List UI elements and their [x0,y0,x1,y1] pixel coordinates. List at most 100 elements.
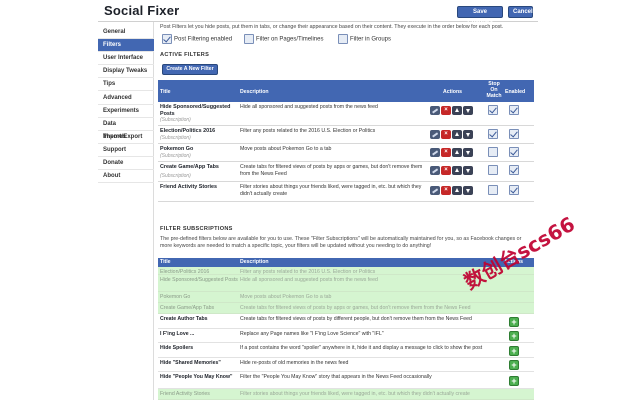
save-changes-button[interactable]: Save Changes [457,6,503,25]
add-subscription-button[interactable]: + [509,331,519,341]
filter-subscriptions-title: Filter Subscriptions [160,226,233,232]
move-down-icon[interactable] [463,186,473,195]
sidebar-item[interactable]: Tips [98,78,154,92]
subscriptions-intro: The pre-defined filters below are availa… [160,236,522,249]
sidebar-item[interactable]: Support [98,144,154,157]
filter-description: Move posts about Pokemon Go to a tab [240,146,332,152]
header: Social Fixer Save Changes Cancel [98,0,538,25]
filter-row: Hide Sponsored/Suggested Posts (Subscript… [158,102,534,126]
move-up-icon[interactable] [452,106,462,115]
subscription-title: Hide "People You May Know" [160,374,233,380]
subscription-title: Hide Spoilers [160,345,194,351]
col-description: Description [240,89,269,95]
filter-pages-toggle[interactable]: Filter on Pages/Timelines [244,34,323,45]
sidebar-item[interactable]: Donate [98,157,154,170]
edit-icon[interactable] [430,148,440,157]
subscription-row: I F'ing Love ... Replace any Page names l… [158,329,534,343]
sidebar-item[interactable]: Data Import/Export [98,118,154,140]
col-title: Title [160,259,171,265]
subscription-title: Create Game/App Tabs [160,305,215,311]
enabled-checkbox[interactable] [509,147,519,157]
create-filter-button[interactable]: Create A New Filter [162,64,218,75]
sidebar-item[interactable]: Advanced [98,92,154,105]
filter-title: Create Game/App Tabs [160,164,219,170]
add-subscription-button[interactable]: + [509,360,519,370]
delete-icon[interactable]: × [441,166,451,175]
checkbox[interactable] [338,34,348,44]
checkbox[interactable] [162,34,172,44]
filters-intro: Post Filters let you hide posts, put the… [160,24,504,30]
subscription-row: Hide Spoilers If a post contains the word… [158,343,534,358]
stop-on-match-checkbox[interactable] [488,165,498,175]
app-title: Social Fixer [104,3,180,18]
sidebar-item[interactable]: Filters [98,39,154,53]
sidebar-item[interactable]: About [98,170,154,184]
edit-icon[interactable] [430,106,440,115]
sidebar-item[interactable]: User Interface [98,52,154,66]
filter-title: Pokemon Go [160,146,194,152]
subscription-description: Hide re-posts of old memories in the new… [240,360,349,366]
filter-description: Hide all sponsored and suggested posts f… [240,104,378,110]
subscription-title: Create Author Tabs [160,316,208,322]
filter-subscription-tag: (Subscription) [160,153,191,159]
filter-description: Filter any posts related to the 2016 U.S… [240,128,376,134]
filter-subscription-tag: (Subscription) [160,135,191,141]
sidebar-item[interactable]: General [98,26,154,39]
settings-window: Social Fixer Save Changes Cancel General… [98,0,538,400]
edit-icon[interactable] [430,166,440,175]
delete-icon[interactable]: × [441,130,451,139]
subscription-title: I F'ing Love ... [160,331,195,337]
active-filters-header: Title Description Actions Stop On Match … [158,80,534,102]
move-down-icon[interactable] [463,106,473,115]
delete-icon[interactable]: × [441,148,451,157]
move-down-icon[interactable] [463,166,473,175]
filters-panel: Post Filters let you hide posts, put the… [158,22,536,400]
enabled-checkbox[interactable] [509,105,519,115]
enabled-checkbox[interactable] [509,185,519,195]
filter-groups-toggle[interactable]: Filter in Groups [338,34,391,45]
col-description: Description [240,259,269,265]
move-up-icon[interactable] [452,130,462,139]
add-subscription-button[interactable]: + [509,376,519,386]
sidebar-item[interactable]: Themes [98,131,154,144]
subscription-title: Hide "Shared Memories" [160,360,221,366]
edit-icon[interactable] [430,186,440,195]
move-down-icon[interactable] [463,130,473,139]
subscription-row: Hide "People You May Know" Filter the "Pe… [158,372,534,389]
subscription-description: Create tabs for filtered views of posts … [240,316,472,322]
stop-on-match-checkbox[interactable] [488,129,498,139]
sidebar-item[interactable]: Display Tweaks [98,65,154,79]
move-up-icon[interactable] [452,166,462,175]
add-subscription-button[interactable]: + [509,346,519,356]
cancel-button[interactable]: Cancel [508,6,533,18]
subscription-row: Pokemon Go Move posts about Pokemon Go to… [158,292,534,303]
enabled-checkbox[interactable] [509,129,519,139]
move-up-icon[interactable] [452,148,462,157]
filter-row: Friend Activity Stories Filter stories ab… [158,182,534,202]
filter-actions: × [430,106,474,124]
move-up-icon[interactable] [452,186,462,195]
stop-on-match-checkbox[interactable] [488,147,498,157]
subscription-title: Friend Activity Stories [160,391,210,397]
toggle-label: Filter in Groups [350,36,392,43]
subscription-description: Filter stories about things your friends… [240,391,470,397]
col-title: Title [160,89,171,95]
move-down-icon[interactable] [463,148,473,157]
add-subscription-button[interactable]: + [509,317,519,327]
subscription-description: If a post contains the word "spoiler" an… [240,345,483,351]
stop-on-match-checkbox[interactable] [488,105,498,115]
post-filtering-toggle[interactable]: Post Filtering enabled [162,34,232,45]
subscription-description: Filter the "People You May Know" story t… [240,374,432,380]
stop-on-match-checkbox[interactable] [488,185,498,195]
filter-subscription-tag: (Subscription) [160,117,191,123]
delete-icon[interactable]: × [441,106,451,115]
checkbox[interactable] [244,34,254,44]
sidebar-item[interactable]: Experiments [98,105,154,118]
col-enabled: Enabled [505,89,526,95]
subscription-row: Friend Activity Stories Filter stories ab… [158,389,534,400]
filter-description: Filter stories about things your friends… [240,184,422,197]
enabled-checkbox[interactable] [509,165,519,175]
subscription-row: Create Game/App Tabs Create tabs for filt… [158,303,534,314]
delete-icon[interactable]: × [441,186,451,195]
edit-icon[interactable] [430,130,440,139]
